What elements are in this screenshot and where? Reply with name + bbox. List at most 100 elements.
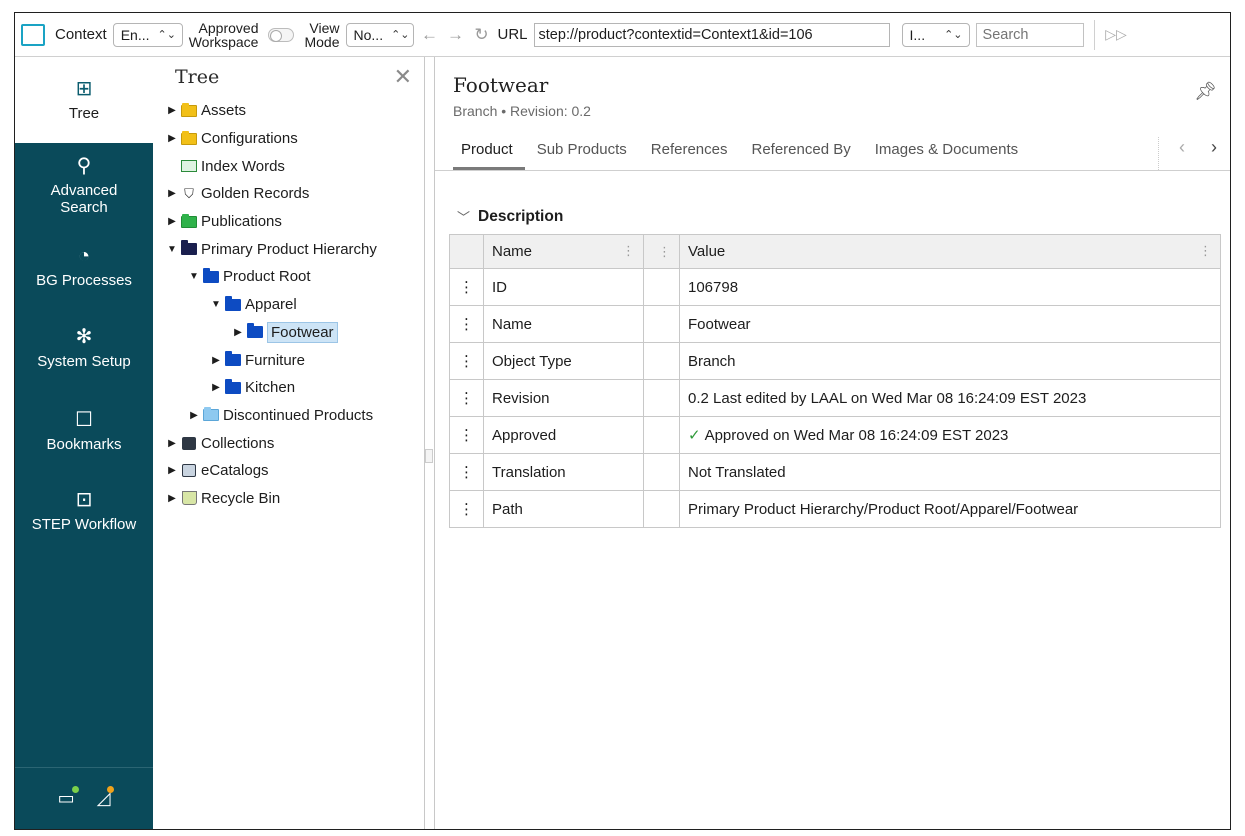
table-row[interactable]: ⋮ Approved ✓ Approved on Wed Mar 08 16:24…	[449, 416, 1221, 454]
row-drag-handle[interactable]: ⋮	[449, 416, 484, 454]
tree-node-apparel[interactable]: ▼ Apparel	[153, 291, 424, 319]
expand-triangle-icon[interactable]: ▶	[209, 382, 223, 393]
folder-icon	[225, 351, 241, 367]
tree-list: ▶ Assets ▶ Configurations ▶ Index Words …	[153, 97, 424, 512]
tree-node-footwear[interactable]: ▶ Footwear	[153, 319, 424, 347]
tree-node-kitchen[interactable]: ▶ Kitchen	[153, 374, 424, 402]
row-value-cell[interactable]: Footwear	[679, 305, 1221, 343]
ecatalogs-icon	[182, 464, 196, 478]
nav-item-step-workflow[interactable]: ⊡ STEP Workflow	[15, 471, 153, 551]
column-menu-icon[interactable]: ⋮	[622, 243, 635, 259]
tab-scroll-right-icon[interactable]: ›	[1211, 137, 1217, 158]
pin-icon[interactable]: 📌︎	[1194, 81, 1217, 102]
back-arrow-icon[interactable]: ←	[420, 25, 440, 45]
edit-status-icon[interactable]: ◿	[97, 786, 115, 809]
row-value-cell[interactable]: 0.2 Last edited by LAAL on Wed Mar 08 16…	[679, 379, 1221, 417]
table-row[interactable]: ⋮ ID 106798	[449, 268, 1221, 306]
approved-workspace-toggle[interactable]	[268, 27, 295, 42]
tab-sub-products[interactable]: Sub Products	[525, 141, 639, 170]
expand-triangle-icon[interactable]: ▶	[165, 105, 179, 116]
url-input[interactable]	[533, 22, 890, 47]
tab-images-documents[interactable]: Images & Documents	[863, 141, 1030, 170]
row-value-cell[interactable]: ✓ Approved on Wed Mar 08 16:24:09 EST 202…	[679, 416, 1221, 454]
expand-triangle-icon[interactable]: ▶	[165, 133, 179, 144]
collapse-triangle-icon[interactable]: ▼	[209, 299, 223, 310]
row-value-cell[interactable]: Primary Product Hierarchy/Product Root/A…	[679, 490, 1221, 528]
select-chevron-icon: ⌃⌄	[944, 29, 963, 41]
refresh-icon[interactable]: ↻	[472, 25, 492, 45]
row-name-cell: Object Type	[483, 342, 644, 380]
tree-node-recycle-bin[interactable]: ▶ Recycle Bin	[153, 485, 424, 513]
row-drag-handle[interactable]: ⋮	[449, 490, 484, 528]
expand-triangle-icon[interactable]: ▶	[209, 355, 223, 366]
tab-references[interactable]: References	[639, 141, 740, 170]
approved-workspace-label-line2: Workspace	[188, 33, 259, 50]
table-row[interactable]: ⋮ Object Type Branch	[449, 342, 1221, 380]
tab-product[interactable]: Product	[453, 141, 525, 170]
tree-node-configurations[interactable]: ▶ Configurations	[153, 125, 424, 153]
row-name-cell: ID	[483, 268, 644, 306]
tree-panel-title: Tree	[175, 66, 220, 88]
tree-node-label: Kitchen	[245, 379, 296, 397]
nav-item-bg-processes[interactable]: ◔ BG Processes	[15, 229, 153, 305]
nav-item-bookmarks[interactable]: ☐ Bookmarks	[15, 391, 153, 471]
row-value-cell[interactable]: 106798	[679, 268, 1221, 306]
search-input[interactable]	[975, 22, 1084, 47]
collapse-triangle-icon[interactable]: ▼	[187, 271, 201, 282]
tree-panel-header: Tree ✕	[153, 57, 424, 97]
tree-node-discontinued-products[interactable]: ▶ Discontinued Products	[153, 402, 424, 430]
row-drag-handle[interactable]: ⋮	[449, 342, 484, 380]
tree-node-golden-records[interactable]: ▶ ⛉ Golden Records	[153, 180, 424, 208]
expand-triangle-icon[interactable]: ▶	[165, 465, 179, 476]
close-icon[interactable]: ✕	[394, 66, 412, 88]
tree-node-index-words[interactable]: ▶ Index Words	[153, 152, 424, 180]
description-section-header[interactable]: ﹀ Description	[457, 207, 563, 226]
table-row[interactable]: ⋮ Revision 0.2 Last edited by LAAL on We…	[449, 379, 1221, 417]
fast-forward-icon[interactable]: ▷▷	[1093, 19, 1138, 50]
tree-node-publications[interactable]: ▶ Publications	[153, 208, 424, 236]
nav-item-system-setup[interactable]: ✻ System Setup	[15, 305, 153, 391]
expand-triangle-icon[interactable]: ▶	[165, 188, 179, 199]
row-drag-handle[interactable]: ⋮	[449, 453, 484, 491]
context-select[interactable]: En... ⌃⌄	[112, 22, 183, 47]
column-menu-icon[interactable]: ⋮	[1199, 243, 1212, 259]
table-row[interactable]: ⋮ Path Primary Product Hierarchy/Product…	[449, 490, 1221, 528]
panel-splitter-handle[interactable]	[425, 449, 433, 463]
tree-node-product-root[interactable]: ▼ Product Root	[153, 263, 424, 291]
column-header-name[interactable]: Name ⋮	[483, 234, 644, 269]
view-mode-label-line2: Mode	[304, 33, 340, 50]
nav-item-label: STEP Workflow	[31, 515, 137, 533]
expand-triangle-icon[interactable]: ▶	[165, 216, 179, 227]
expand-triangle-icon[interactable]: ▶	[231, 327, 245, 338]
column-menu-icon[interactable]: ⋮	[658, 244, 671, 260]
row-drag-handle[interactable]: ⋮	[449, 305, 484, 343]
nav-item-advanced-search[interactable]: ⚲ Advanced Search	[15, 143, 153, 229]
language-select[interactable]: I... ⌃⌄	[901, 22, 970, 47]
expand-triangle-icon[interactable]: ▶	[187, 410, 201, 421]
tree-node-assets[interactable]: ▶ Assets	[153, 97, 424, 125]
table-row[interactable]: ⋮ Translation Not Translated	[449, 453, 1221, 491]
nav-item-tree[interactable]: ⊞ Tree	[15, 57, 153, 143]
row-value-cell[interactable]: Branch	[679, 342, 1221, 380]
table-row[interactable]: ⋮ Name Footwear	[449, 305, 1221, 343]
tab-referenced-by[interactable]: Referenced By	[739, 141, 862, 170]
tree-node-collections[interactable]: ▶ Collections	[153, 429, 424, 457]
collapse-triangle-icon[interactable]: ▼	[165, 244, 179, 255]
view-mode-select[interactable]: No... ⌃⌄	[345, 22, 414, 47]
tab-scroll-left-icon[interactable]: ‹	[1179, 137, 1185, 158]
folder-icon	[181, 240, 197, 256]
row-value-cell[interactable]: Not Translated	[679, 453, 1221, 491]
expand-triangle-icon[interactable]: ▶	[165, 493, 179, 504]
tree-node-primary-product-hierarchy[interactable]: ▼ Primary Product Hierarchy	[153, 235, 424, 263]
tree-icon: ⊞	[75, 77, 93, 100]
column-header-value[interactable]: Value ⋮	[679, 234, 1221, 269]
approved-workspace-label: Approved Workspace	[189, 21, 259, 49]
row-drag-handle[interactable]: ⋮	[449, 379, 484, 417]
folder-icon	[203, 267, 219, 283]
expand-triangle-icon[interactable]: ▶	[165, 438, 179, 449]
forward-arrow-icon[interactable]: →	[446, 25, 466, 45]
tree-node-furniture[interactable]: ▶ Furniture	[153, 346, 424, 374]
row-drag-handle[interactable]: ⋮	[449, 268, 484, 306]
tree-node-ecatalogs[interactable]: ▶ eCatalogs	[153, 457, 424, 485]
monitor-status-icon[interactable]: ▭	[58, 786, 79, 809]
